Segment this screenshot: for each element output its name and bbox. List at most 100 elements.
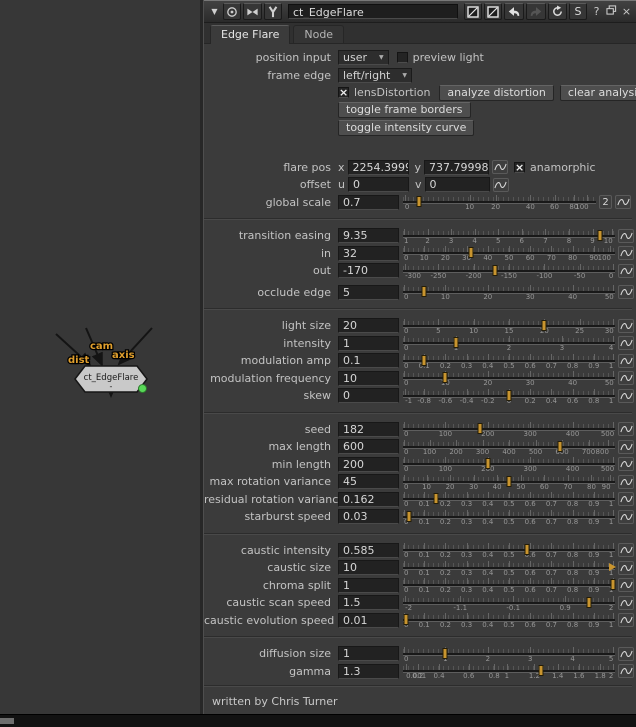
- curve-button[interactable]: [618, 647, 634, 661]
- intensity-slider[interactable]: 01234: [403, 335, 615, 351]
- curve-button[interactable]: [618, 510, 634, 524]
- collapse-caret-icon[interactable]: ▼: [208, 7, 221, 16]
- starburst-speed-slider[interactable]: 00.10.20.30.40.50.60.70.80.91: [403, 509, 615, 525]
- light-size-field[interactable]: 20: [338, 318, 399, 333]
- residual-rotation-variance-slider[interactable]: 00.10.20.30.40.50.60.70.80.91: [403, 491, 615, 507]
- curve-button[interactable]: [618, 389, 634, 403]
- max-length-slider[interactable]: 0100200300400500600700800: [403, 439, 615, 455]
- analyze-distortion-button[interactable]: analyze distortion: [439, 85, 553, 101]
- slider-handle[interactable]: [407, 511, 412, 522]
- node-name-input[interactable]: ct_EdgeFlare: [288, 4, 458, 19]
- curve-button[interactable]: [618, 229, 634, 243]
- undo-button[interactable]: [504, 3, 524, 20]
- slider-handle[interactable]: [610, 579, 615, 590]
- curve-button[interactable]: [618, 664, 634, 678]
- float-panel-button[interactable]: [606, 5, 617, 18]
- focus-node-button[interactable]: [223, 3, 241, 20]
- curve-button[interactable]: [618, 422, 634, 436]
- global-scale-cycle-button[interactable]: 2: [599, 195, 612, 209]
- diffusion-size-slider[interactable]: 012345: [403, 646, 615, 662]
- seed-field[interactable]: 182: [338, 422, 399, 437]
- flare-pos-x-field[interactable]: 2254.39990: [348, 160, 409, 175]
- preview-light-checkbox[interactable]: [397, 52, 408, 63]
- slider-handle[interactable]: [586, 597, 591, 608]
- curve-button[interactable]: [618, 457, 634, 471]
- max-rotation-variance-field[interactable]: 45: [338, 474, 399, 489]
- starburst-speed-field[interactable]: 0.03: [338, 509, 399, 524]
- slider-handle[interactable]: [507, 390, 512, 401]
- clear-analysis-button[interactable]: clear analysis: [560, 85, 636, 101]
- global-scale-slider[interactable]: 01020406080100: [403, 194, 596, 210]
- caustic-intensity-slider[interactable]: 00.10.20.30.40.50.60.70.80.91: [403, 542, 615, 558]
- slider-handle[interactable]: [422, 355, 427, 366]
- in-field[interactable]: 32: [338, 246, 399, 261]
- gamma-slider[interactable]: 0.0010.20.40.60.811.21.41.61.82: [403, 663, 615, 679]
- flare-pos-y-field[interactable]: 737.799987: [424, 160, 489, 175]
- slider-handle[interactable]: [443, 372, 448, 383]
- transition-easing-slider[interactable]: 12345678910: [403, 228, 615, 244]
- curve-button[interactable]: [618, 336, 634, 350]
- slider-handle[interactable]: [454, 337, 459, 348]
- anamorphic-checkbox[interactable]: ×: [514, 162, 525, 173]
- curve-button[interactable]: [492, 160, 508, 174]
- frame-edge-dropdown[interactable]: left/right▼: [338, 68, 412, 83]
- offset-u-field[interactable]: 0: [348, 177, 409, 192]
- curve-button[interactable]: [618, 596, 634, 610]
- curve-button[interactable]: [618, 264, 634, 278]
- caustic-intensity-field[interactable]: 0.585: [338, 543, 399, 558]
- close-button[interactable]: ×: [621, 5, 632, 18]
- curve-button[interactable]: [618, 543, 634, 557]
- slider-handle[interactable]: [478, 423, 483, 434]
- curve-button[interactable]: [618, 475, 634, 489]
- channel-mask-button-1[interactable]: [464, 3, 482, 20]
- scrollbar-nub[interactable]: [0, 718, 14, 724]
- slider-handle[interactable]: [485, 458, 490, 469]
- residual-rotation-variance-field[interactable]: 0.162: [338, 492, 399, 507]
- help-button[interactable]: ?: [591, 5, 602, 18]
- out-slider[interactable]: -300-250-200-150-100-500: [403, 263, 615, 279]
- tab-node[interactable]: Node: [293, 25, 344, 43]
- caustic-evolution-speed-field[interactable]: 0.01: [338, 613, 399, 628]
- gamma-field[interactable]: 1.3: [338, 664, 399, 679]
- curve-button[interactable]: [618, 492, 634, 506]
- curve-button[interactable]: [618, 578, 634, 592]
- revert-button[interactable]: [548, 3, 567, 20]
- in-slider[interactable]: 0102030405060708090100: [403, 245, 615, 261]
- redo-button[interactable]: [526, 3, 546, 20]
- min-length-slider[interactable]: 0100200300400500: [403, 456, 615, 472]
- curve-button[interactable]: [618, 246, 634, 260]
- node-shape-button[interactable]: [243, 3, 262, 20]
- chroma-split-field[interactable]: 1: [338, 578, 399, 593]
- caustic-evolution-speed-slider[interactable]: 00.10.20.30.40.50.60.70.80.91: [403, 612, 615, 628]
- min-length-field[interactable]: 200: [338, 457, 399, 472]
- lensdistortion-checkbox[interactable]: ×: [338, 87, 349, 98]
- modulation-frequency-field[interactable]: 10: [338, 371, 399, 386]
- slider-handle[interactable]: [538, 665, 543, 676]
- toggle-frame-borders-button[interactable]: toggle frame borders: [338, 102, 471, 118]
- caustic-scan-speed-field[interactable]: 1.5: [338, 595, 399, 610]
- node-graph-pane[interactable]: dist cam axis ct_EdgeFlare -: [0, 0, 203, 714]
- slider-overflow-arrow[interactable]: [609, 563, 616, 571]
- slider-handle[interactable]: [443, 648, 448, 659]
- skew-slider[interactable]: -1-0.8-0.6-0.4-0.200.20.40.60.81: [403, 388, 615, 404]
- curve-button[interactable]: [493, 178, 509, 192]
- chroma-split-slider[interactable]: 00.10.20.30.40.50.60.70.80.91: [403, 577, 615, 593]
- slider-handle[interactable]: [525, 544, 530, 555]
- curve-button[interactable]: [615, 195, 631, 209]
- script-button[interactable]: S: [569, 3, 587, 20]
- branch-button[interactable]: [264, 3, 282, 20]
- caustic-scan-speed-slider[interactable]: -2-1.1-0.10.92: [403, 595, 615, 611]
- seed-slider[interactable]: 0100200300400500: [403, 421, 615, 437]
- modulation-frequency-slider[interactable]: 01020304050: [403, 370, 615, 386]
- curve-button[interactable]: [618, 354, 634, 368]
- tab-edge-flare[interactable]: Edge Flare: [210, 25, 290, 44]
- curve-button[interactable]: [618, 371, 634, 385]
- curve-button[interactable]: [618, 319, 634, 333]
- slider-handle[interactable]: [404, 614, 409, 625]
- position-input-dropdown[interactable]: user▼: [338, 50, 389, 65]
- modulation-amp-slider[interactable]: 00.10.20.30.40.50.60.70.80.91: [403, 353, 615, 369]
- slider-handle[interactable]: [541, 320, 546, 331]
- slider-handle[interactable]: [422, 286, 427, 297]
- max-rotation-variance-slider[interactable]: 0102030405060708090: [403, 474, 615, 490]
- slider-handle[interactable]: [433, 493, 438, 504]
